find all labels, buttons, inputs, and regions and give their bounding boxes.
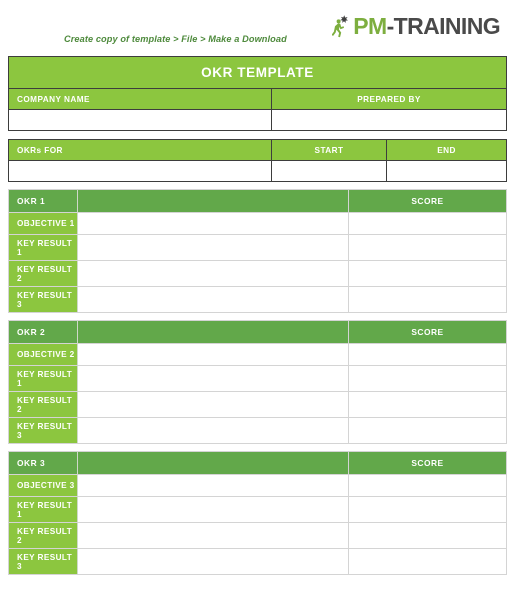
table-row: KEY RESULT 2 — [8, 260, 507, 287]
key-result-input[interactable] — [77, 234, 349, 261]
start-label: START — [271, 139, 387, 161]
key-result-label: KEY RESULT 1 — [8, 234, 78, 261]
end-input[interactable] — [385, 160, 508, 182]
key-result-input[interactable] — [77, 260, 349, 287]
logo-pm-text: PM — [353, 12, 387, 39]
top-bar: Create copy of template > File > Make a … — [0, 0, 514, 56]
okr-blocks-container: OKR 1 SCORE OBJECTIVE 1 KEY RESULT 1 KEY R… — [8, 189, 507, 575]
table-row: KEY RESULT 3 — [8, 417, 507, 444]
climber-figure-icon — [332, 15, 349, 38]
score-input[interactable] — [348, 391, 507, 418]
okrs-for-label: OKRs FOR — [8, 139, 272, 161]
key-result-input[interactable] — [77, 365, 349, 392]
okr-header-value[interactable] — [77, 451, 349, 475]
instruction-text: Create copy of template > File > Make a … — [64, 34, 287, 44]
okr-score-label: SCORE — [348, 320, 507, 344]
okr-tag: OKR 1 — [8, 189, 78, 213]
score-input[interactable] — [348, 496, 507, 523]
logo-training-text: -TRAINING — [386, 12, 501, 39]
table-row: OBJECTIVE 3 — [8, 474, 507, 497]
score-input[interactable] — [348, 234, 507, 261]
table-row: OBJECTIVE 1 — [8, 212, 507, 235]
okr-table: OKR 2 SCORE OBJECTIVE 2 KEY RESULT 1 KEY R… — [8, 320, 507, 444]
table-row: OKRs FOR START END — [8, 139, 508, 161]
objective-label: OBJECTIVE 2 — [8, 343, 78, 366]
objective-label: OBJECTIVE 3 — [8, 474, 78, 497]
prepared-by-label: PREPARED BY — [270, 88, 508, 110]
table-row — [8, 160, 508, 182]
info-table: OKR TEMPLATE COMPANY NAME PREPARED BY OK… — [7, 56, 508, 182]
okr-header-value[interactable] — [77, 189, 349, 213]
okr-header-row: OKR 3 SCORE — [8, 451, 507, 475]
brand-logo: PM-TRAINING — [332, 12, 501, 40]
score-input[interactable] — [348, 417, 507, 444]
prepared-by-input[interactable] — [270, 109, 508, 131]
key-result-label: KEY RESULT 1 — [8, 365, 78, 392]
key-result-label: KEY RESULT 3 — [8, 286, 78, 313]
logo-wordmark: PM-TRAINING — [353, 12, 501, 39]
okr-header-row: OKR 2 SCORE — [8, 320, 507, 344]
table-spacer — [8, 130, 507, 140]
okr-block: OKR 1 SCORE OBJECTIVE 1 KEY RESULT 1 KEY R… — [8, 189, 507, 313]
key-result-label: KEY RESULT 3 — [8, 548, 78, 575]
okr-sheet: OKR TEMPLATE COMPANY NAME PREPARED BY OK… — [7, 56, 508, 575]
okr-table: OKR 1 SCORE OBJECTIVE 1 KEY RESULT 1 KEY R… — [8, 189, 507, 313]
score-input[interactable] — [348, 474, 507, 497]
table-row: COMPANY NAME PREPARED BY — [8, 88, 508, 110]
sheet-title: OKR TEMPLATE — [7, 56, 508, 89]
okr-table: OKR 3 SCORE OBJECTIVE 3 KEY RESULT 1 KEY R… — [8, 451, 507, 575]
table-row: KEY RESULT 2 — [8, 391, 507, 418]
key-result-label: KEY RESULT 2 — [8, 391, 78, 418]
score-input[interactable] — [348, 286, 507, 313]
okr-header-row: OKR 1 SCORE — [8, 189, 507, 213]
table-row: KEY RESULT 3 — [8, 548, 507, 575]
key-result-input[interactable] — [77, 496, 349, 523]
key-result-label: KEY RESULT 1 — [8, 496, 78, 523]
okr-score-label: SCORE — [348, 451, 507, 475]
key-result-label: KEY RESULT 3 — [8, 417, 78, 444]
okr-block: OKR 2 SCORE OBJECTIVE 2 KEY RESULT 1 KEY R… — [8, 320, 507, 444]
score-input[interactable] — [348, 548, 507, 575]
score-input[interactable] — [348, 343, 507, 366]
key-result-label: KEY RESULT 2 — [8, 522, 78, 549]
key-result-input[interactable] — [77, 417, 349, 444]
title-row: OKR TEMPLATE — [7, 56, 508, 89]
company-name-input[interactable] — [8, 109, 272, 131]
table-row: KEY RESULT 1 — [8, 234, 507, 261]
table-row: KEY RESULT 3 — [8, 286, 507, 313]
table-row: KEY RESULT 1 — [8, 496, 507, 523]
end-label: END — [385, 139, 508, 161]
objective-label: OBJECTIVE 1 — [8, 212, 78, 235]
okr-header-value[interactable] — [77, 320, 349, 344]
objective-input[interactable] — [77, 474, 349, 497]
objective-input[interactable] — [77, 343, 349, 366]
key-result-input[interactable] — [77, 522, 349, 549]
key-result-input[interactable] — [77, 286, 349, 313]
key-result-input[interactable] — [77, 391, 349, 418]
key-result-label: KEY RESULT 2 — [8, 260, 78, 287]
table-row: OBJECTIVE 2 — [8, 343, 507, 366]
score-input[interactable] — [348, 522, 507, 549]
okr-tag: OKR 3 — [8, 451, 78, 475]
okr-tag: OKR 2 — [8, 320, 78, 344]
score-input[interactable] — [348, 260, 507, 287]
table-row: KEY RESULT 2 — [8, 522, 507, 549]
okr-block: OKR 3 SCORE OBJECTIVE 3 KEY RESULT 1 KEY R… — [8, 451, 507, 575]
objective-input[interactable] — [77, 212, 349, 235]
start-input[interactable] — [271, 160, 387, 182]
score-input[interactable] — [348, 365, 507, 392]
key-result-input[interactable] — [77, 548, 349, 575]
okr-score-label: SCORE — [348, 189, 507, 213]
score-input[interactable] — [348, 212, 507, 235]
okrs-for-input[interactable] — [8, 160, 272, 182]
table-row — [8, 109, 508, 131]
company-name-label: COMPANY NAME — [8, 88, 272, 110]
table-row: KEY RESULT 1 — [8, 365, 507, 392]
